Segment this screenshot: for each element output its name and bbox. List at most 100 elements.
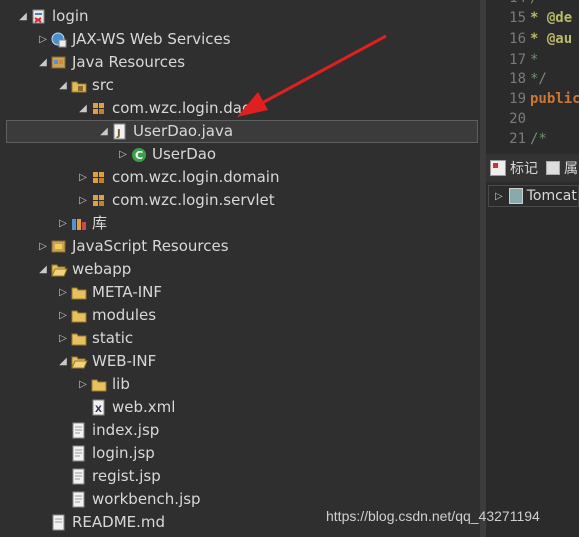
code-line[interactable]: * @de (530, 10, 572, 26)
tree-item[interactable]: ◢ WEB-INF (0, 350, 480, 373)
xml-file-icon: X (90, 399, 108, 417)
expand-twisty[interactable]: ▷ (495, 191, 503, 202)
tree-item[interactable]: Xweb.xml (0, 396, 480, 419)
tree-item[interactable]: regist.jsp (0, 465, 480, 488)
tree-item[interactable]: ▷ META-INF (0, 281, 480, 304)
svg-text:J: J (116, 128, 121, 139)
tree-item[interactable]: ▷ C UserDao (0, 143, 480, 166)
expand-twisty[interactable]: ▷ (56, 333, 70, 344)
tree-item[interactable]: ▷ JAX-WS Web Services (0, 28, 480, 51)
expand-twisty[interactable]: ▷ (56, 218, 70, 229)
tree-item-label: webapp (72, 260, 132, 278)
tree-item[interactable]: ◢ Java Resources (0, 51, 480, 74)
tree-item-label: JavaScript Resources (72, 237, 229, 255)
tree-item[interactable]: ▷ com.wzc.login.domain (0, 166, 480, 189)
expand-twisty[interactable]: ▷ (76, 379, 90, 390)
tree-item-label: Java Resources (72, 53, 186, 71)
folder-icon (70, 307, 88, 325)
expand-twisty[interactable]: ▷ (76, 195, 90, 206)
tree-item[interactable]: ◢ com.wzc.login.dao (0, 97, 480, 120)
project-icon (30, 8, 48, 26)
folder-open-icon (50, 261, 68, 279)
expand-twisty[interactable]: ◢ (97, 126, 111, 137)
line-number: 15 (509, 10, 526, 26)
tree-item[interactable]: ▷ modules (0, 304, 480, 327)
server-icon (508, 188, 523, 204)
tree-item[interactable]: login.jsp (0, 442, 480, 465)
expand-twisty[interactable]: ◢ (36, 57, 50, 68)
java-file-icon: J (111, 123, 129, 141)
tree-item[interactable]: ▷ JavaScript Resources (0, 235, 480, 258)
library-icon (70, 215, 88, 233)
code-line[interactable]: * (530, 52, 538, 68)
line-number: 19 (509, 91, 526, 107)
properties-icon (546, 161, 560, 175)
expand-twisty[interactable]: ▷ (116, 149, 130, 160)
expand-twisty[interactable]: ▷ (36, 241, 50, 252)
tree-item-label: src (92, 76, 114, 94)
code-line[interactable]: public (530, 91, 579, 107)
line-number: 14 (486, 0, 526, 6)
package-icon (90, 100, 108, 118)
code-line[interactable]: / (530, 0, 538, 6)
tab-markers[interactable]: 标记 (510, 158, 538, 178)
tree-item[interactable]: ◢ login (0, 5, 480, 28)
tree-item-label: modules (92, 306, 157, 324)
tree-item-label: workbench.jsp (92, 490, 201, 508)
md-file-icon (50, 514, 68, 532)
code-editor[interactable]: 14 / 15 * @de16 * @au17 *18 */19public20 21… (486, 0, 579, 148)
folder-icon (90, 376, 108, 394)
tree-item-label: com.wzc.login.domain (112, 168, 280, 186)
code-line[interactable]: */ (530, 71, 547, 87)
tree-item-label: UserDao (152, 145, 217, 163)
expand-twisty[interactable]: ▷ (76, 172, 90, 183)
class-icon: C (130, 146, 148, 164)
expand-twisty[interactable]: ◢ (16, 11, 30, 22)
tree-item-label: META-INF (92, 283, 163, 301)
code-line[interactable]: * @au (530, 31, 572, 47)
folder-open-icon (70, 353, 88, 371)
source-folder-icon (70, 77, 88, 95)
expand-twisty[interactable]: ▷ (56, 287, 70, 298)
line-number: 17 (509, 52, 526, 68)
tree-item-label: static (92, 329, 134, 347)
jsp-file-icon (70, 422, 88, 440)
tree-item[interactable]: ▷ static (0, 327, 480, 350)
tab-properties[interactable]: 属 (564, 158, 578, 178)
tree-item-label: WEB-INF (92, 352, 157, 370)
expand-twisty[interactable]: ◢ (36, 264, 50, 275)
server-item-tomcat[interactable]: ▷ Tomcat (488, 185, 579, 207)
tree-item[interactable]: ▷ 库 (0, 212, 480, 235)
tree-item[interactable]: ◢ webapp (0, 258, 480, 281)
jsp-file-icon (70, 468, 88, 486)
expand-twisty[interactable]: ▷ (36, 34, 50, 45)
svg-text:C: C (135, 149, 143, 162)
expand-twisty[interactable]: ◢ (76, 103, 90, 114)
expand-twisty[interactable]: ◢ (56, 356, 70, 367)
js-resources-icon (50, 238, 68, 256)
tree-item[interactable]: index.jsp (0, 419, 480, 442)
tree-item-label: com.wzc.login.servlet (112, 191, 275, 209)
project-explorer: ◢ login ▷ JAX-WS Web Services ◢ Java Resource… (0, 0, 480, 537)
webservice-icon (50, 31, 68, 49)
watermark: https://blog.csdn.net/qq_43271194 (326, 508, 540, 524)
tree-item-label: com.wzc.login.dao (112, 99, 252, 117)
expand-twisty[interactable]: ◢ (56, 80, 70, 91)
tree-item-label: README.md (72, 513, 166, 531)
tree-item-label: regist.jsp (92, 467, 161, 485)
package-icon (90, 169, 108, 187)
tree-item[interactable]: ◢ J UserDao.java (6, 120, 478, 143)
svg-text:X: X (95, 405, 102, 415)
line-number: 18 (509, 71, 526, 87)
tree-item-label: web.xml (112, 398, 176, 416)
java-resources-icon (50, 54, 68, 72)
tree-item-label: index.jsp (92, 421, 160, 439)
folder-icon (70, 284, 88, 302)
line-number: 21 (509, 131, 526, 147)
code-line[interactable]: /* (530, 131, 547, 147)
expand-twisty[interactable]: ▷ (56, 310, 70, 321)
tree-item[interactable]: ▷ com.wzc.login.servlet (0, 189, 480, 212)
tree-item[interactable]: ◢ src (0, 74, 480, 97)
tree-item-label: JAX-WS Web Services (72, 30, 231, 48)
tree-item[interactable]: ▷ lib (0, 373, 480, 396)
